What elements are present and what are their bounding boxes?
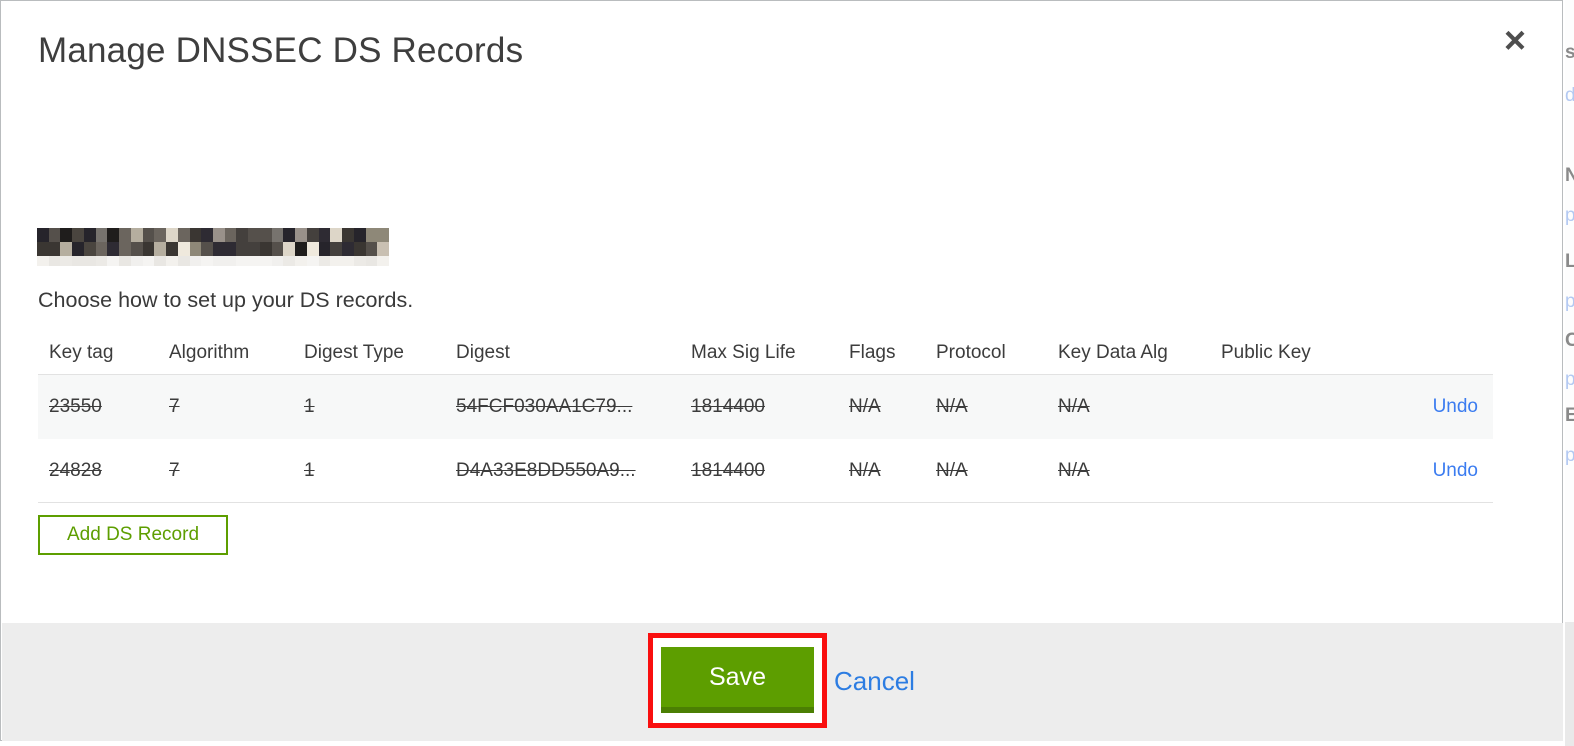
column-header-digest: Digest [456,341,510,363]
cell-max-sig-life: 1814400 [691,459,765,481]
cancel-link[interactable]: Cancel [834,666,915,697]
background-text-fragment: C [1565,330,1574,351]
background-text-fragment: d [1565,85,1574,106]
cell-digest: D4A33E8DD550A9... [456,459,636,481]
background-text-fragment: p [1565,205,1574,226]
column-header-public-key: Public Key [1221,341,1311,363]
background-page-footer [1565,622,1574,746]
cell-key-data-alg: N/A [1058,459,1090,481]
redacted-domain-name [37,228,390,266]
cell-protocol: N/A [936,459,968,481]
background-text-fragment: L [1565,251,1574,272]
annotation-highlight: Save [648,633,827,728]
background-text-fragment: p [1565,291,1574,312]
column-header-protocol: Protocol [936,341,1006,363]
column-header-algorithm: Algorithm [169,341,250,363]
background-text-fragment: N [1565,165,1574,186]
cell-algorithm: 7 [169,459,180,481]
cell-digest: 54FCF030AA1C79... [456,396,633,417]
cell-algorithm: 7 [169,396,180,417]
cell-flags: N/A [849,459,881,481]
background-page-strip: sdNpLpCpEp [1565,0,1574,746]
save-button[interactable]: Save [661,647,814,713]
background-text-fragment: s [1565,42,1574,63]
close-icon[interactable]: × [1495,19,1535,63]
column-header-max-sig-life: Max Sig Life [691,341,796,363]
table-row: 24828 7 1 D4A33E8DD550A9... 1814400 N/A … [38,439,1493,503]
background-text-fragment: E [1565,405,1574,426]
undo-link[interactable]: Undo [1433,396,1478,417]
cell-key-tag: 23550 [49,396,102,417]
dnssec-ds-records-dialog: Manage DNSSEC DS Records × Choose how to… [0,0,1563,741]
cell-digest-type: 1 [304,459,315,481]
intro-text: Choose how to set up your DS records. [38,288,414,312]
background-text-fragment: p [1565,445,1574,466]
cell-protocol: N/A [936,396,968,417]
page-title: Manage DNSSEC DS Records [38,31,524,70]
cell-max-sig-life: 1814400 [691,396,765,417]
cell-key-data-alg: N/A [1058,396,1090,417]
cell-key-tag: 24828 [49,459,102,481]
column-header-key-data-alg: Key Data Alg [1058,341,1168,363]
column-header-key-tag: Key tag [49,341,114,363]
undo-link[interactable]: Undo [1433,460,1478,481]
add-ds-record-button[interactable]: Add DS Record [38,515,229,555]
column-header-flags: Flags [849,341,896,363]
table-header-row: Key tag Algorithm Digest Type Digest Max… [38,331,1493,375]
table-row: 23550 7 1 54FCF030AA1C79... 1814400 N/A … [38,375,1493,439]
background-text-fragment: p [1565,369,1574,390]
column-header-digest-type: Digest Type [304,341,404,363]
cell-digest-type: 1 [304,396,315,417]
cell-flags: N/A [849,396,881,417]
ds-records-table: Key tag Algorithm Digest Type Digest Max… [38,331,1493,503]
